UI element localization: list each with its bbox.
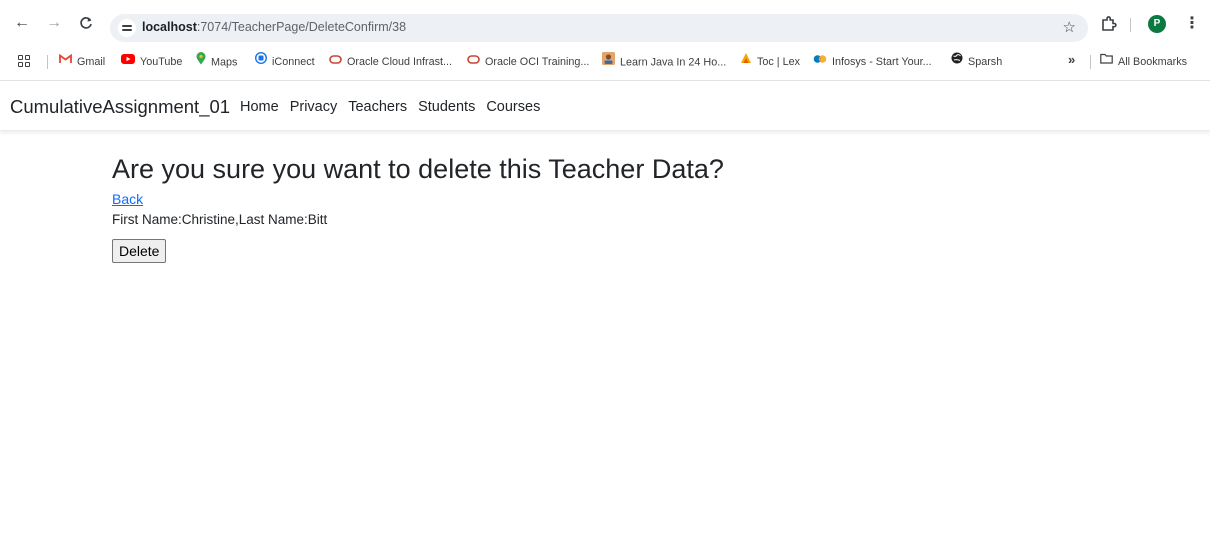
- browser-menu-icon[interactable]: ⋮: [1184, 13, 1200, 35]
- bookmark-label: Infosys - Start Your...: [832, 56, 932, 68]
- oracle-icon: [329, 52, 342, 70]
- bookmark-label: All Bookmarks: [1118, 56, 1187, 68]
- lex-icon: [740, 52, 752, 70]
- apps-grid-icon[interactable]: [18, 55, 30, 67]
- iconnect-icon: [254, 52, 268, 70]
- back-arrow-icon[interactable]: ←: [12, 13, 32, 33]
- infosys-icon: [813, 52, 827, 70]
- bookmark-label: Maps: [211, 56, 238, 69]
- nav-links: Home Privacy Teachers Students Courses: [240, 99, 551, 115]
- bookmark-label: Toc | Lex: [757, 56, 801, 68]
- sparsh-globe-icon: [951, 52, 963, 70]
- bookmark-sparsh[interactable]: Sparsh: [951, 52, 1003, 71]
- main-content: Are you sure you want to delete this Tea…: [112, 152, 1012, 263]
- bookmark-label: Sparsh: [968, 56, 1003, 68]
- bookmark-oracle-cloud[interactable]: Oracle Cloud Infrast...: [329, 53, 452, 71]
- forward-arrow-icon[interactable]: →: [44, 13, 64, 33]
- profile-avatar[interactable]: P: [1148, 15, 1166, 33]
- reload-icon[interactable]: [76, 13, 96, 33]
- bookmark-label: YouTube: [140, 56, 183, 68]
- bookmark-infosys[interactable]: Infosys - Start Your...: [813, 53, 932, 71]
- toolbar-divider: [1130, 18, 1131, 32]
- bookmark-label: Learn Java In 24 Ho...: [620, 56, 727, 69]
- maps-pin-icon: [196, 52, 206, 71]
- bookmarks-divider: [47, 55, 48, 69]
- page-title: Are you sure you want to delete this Tea…: [112, 154, 724, 184]
- oracle-icon: [467, 52, 480, 70]
- bookmark-learn-java[interactable]: Learn Java In 24 Ho...: [602, 52, 727, 71]
- java-book-icon: [602, 52, 615, 71]
- more-bookmarks-chevron-icon[interactable]: »: [1068, 52, 1075, 67]
- url-text[interactable]: localhost:7074/TeacherPage/DeleteConfirm…: [142, 20, 406, 34]
- bookmark-youtube[interactable]: YouTube: [121, 53, 182, 71]
- bookmark-oracle-oci[interactable]: Oracle OCI Training...: [467, 53, 589, 71]
- browser-toolbar: ← → localhost:7074/TeacherPage/DeleteCon…: [0, 0, 1210, 45]
- nav-link-teachers[interactable]: Teachers: [348, 99, 407, 115]
- teacher-details: First Name:Christine,Last Name:Bitt: [112, 212, 328, 227]
- bookmark-label: Gmail: [77, 56, 106, 68]
- all-bookmarks-folder[interactable]: All Bookmarks: [1100, 53, 1187, 71]
- bookmarks-divider: [1090, 55, 1091, 69]
- url-path: :7074/TeacherPage/DeleteConfirm/38: [196, 20, 407, 34]
- bookmark-label: iConnect: [272, 56, 315, 68]
- bookmark-label: Oracle Cloud Infrast...: [347, 56, 453, 68]
- site-info-icon[interactable]: [118, 19, 136, 37]
- nav-link-home[interactable]: Home: [240, 99, 279, 115]
- bookmark-gmail[interactable]: Gmail: [59, 53, 105, 71]
- bookmark-iconnect[interactable]: iConnect: [254, 52, 315, 71]
- bookmark-toc-lex[interactable]: Toc | Lex: [740, 53, 800, 71]
- youtube-icon: [121, 52, 135, 70]
- nav-link-students[interactable]: Students: [418, 99, 475, 115]
- url-host: localhost: [142, 20, 197, 34]
- nav-link-privacy[interactable]: Privacy: [290, 99, 338, 115]
- bookmark-star-icon[interactable]: ☆: [1063, 19, 1076, 37]
- bookmark-maps[interactable]: Maps: [196, 52, 238, 71]
- address-bar[interactable]: localhost:7074/TeacherPage/DeleteConfirm…: [110, 14, 1088, 42]
- site-brand-link[interactable]: CumulativeAssignment_01: [10, 96, 230, 118]
- gmail-icon: [59, 52, 72, 70]
- site-navbar: CumulativeAssignment_01 Home Privacy Tea…: [0, 81, 1210, 131]
- bookmark-label: Oracle OCI Training...: [485, 56, 590, 68]
- folder-icon: [1100, 52, 1113, 70]
- bookmarks-bar: Gmail YouTube Maps iConnect Oracle Cloud…: [0, 49, 1210, 74]
- delete-button[interactable]: Delete: [112, 239, 167, 263]
- back-link[interactable]: Back: [112, 190, 143, 208]
- nav-link-courses[interactable]: Courses: [486, 99, 540, 115]
- extensions-puzzle-icon[interactable]: [1098, 13, 1120, 35]
